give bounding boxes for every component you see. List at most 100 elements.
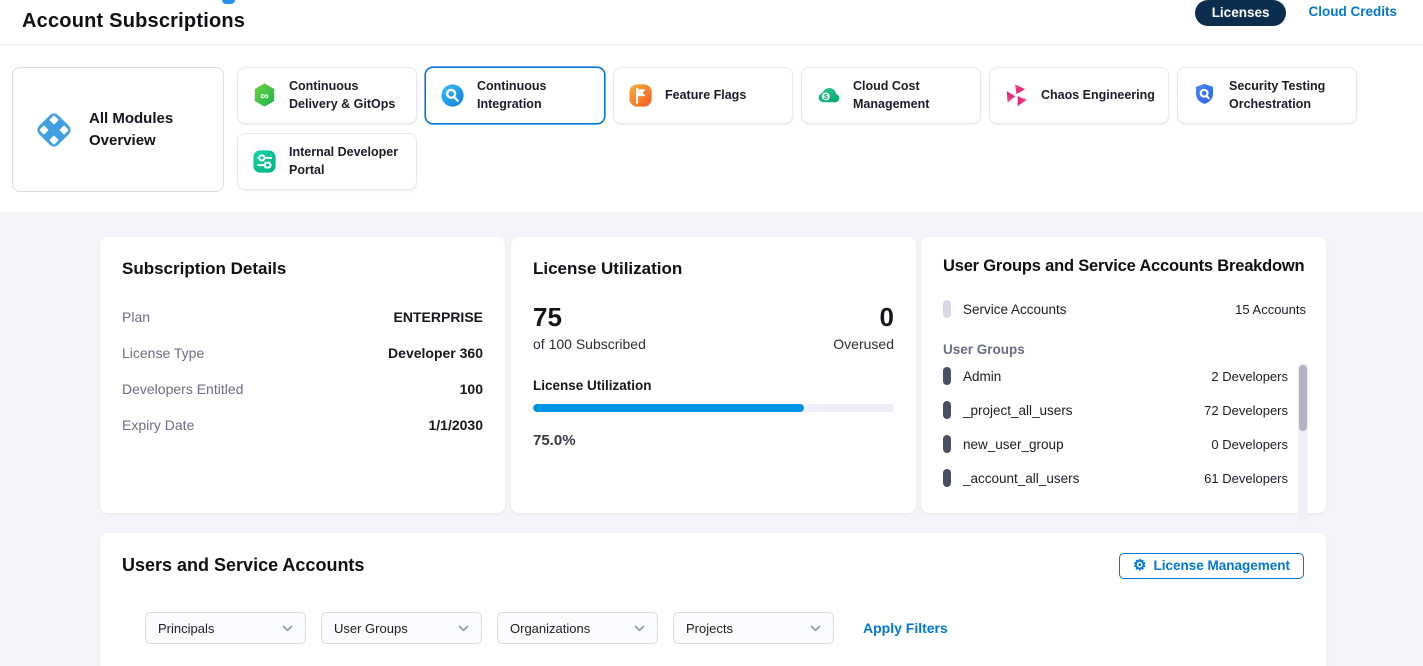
detail-row: Expiry Date 1/1/2030 (122, 407, 483, 443)
scrollbar-track (1298, 363, 1308, 521)
user-group-row: _project_all_users 72 Developers (943, 393, 1288, 427)
principals-dropdown[interactable]: Principals (145, 612, 306, 644)
detail-row: License Type Developer 360 (122, 335, 483, 371)
tab-chaos-engineering[interactable]: Chaos Engineering (989, 67, 1169, 124)
header-actions: Licenses Cloud Credits (1195, 0, 1397, 45)
used-caption: of 100 Subscribed (533, 336, 646, 352)
utilization-percent: 75.0% (533, 432, 894, 449)
service-accounts-marker-icon (943, 300, 951, 318)
svg-text:$: $ (824, 92, 828, 101)
detail-label: Plan (122, 309, 150, 325)
tab-cloud-cost-management[interactable]: $ Cloud Cost Management (801, 67, 981, 124)
detail-value: ENTERPRISE (394, 309, 483, 325)
page-header: Account Subscriptions Licenses Cloud Cre… (0, 0, 1423, 45)
utilization-numbers: 75 of 100 Subscribed 0 Overused (533, 303, 894, 352)
used-block: 75 of 100 Subscribed (533, 303, 646, 352)
clipped-nav-icon (222, 0, 235, 4)
user-group-row: _account_all_users 61 Developers (943, 461, 1288, 495)
user-group-name: new_user_group (963, 437, 1064, 452)
user-group-name: _project_all_users (963, 403, 1073, 418)
user-group-value: 72 Developers (1204, 403, 1288, 418)
overused-block: 0 Overused (833, 303, 894, 352)
utilization-bar-fill (533, 404, 804, 412)
user-group-row: Admin 2 Developers (943, 359, 1288, 393)
service-accounts-row: Service Accounts 15 Accounts (943, 292, 1306, 326)
dropdown-label: Organizations (510, 621, 590, 636)
tab-internal-developer-portal[interactable]: Internal Developer Portal (237, 133, 417, 190)
all-modules-overview-card[interactable]: All Modules Overview (12, 67, 224, 192)
dropdown-label: User Groups (334, 621, 408, 636)
detail-row: Developers Entitled 100 (122, 371, 483, 407)
user-group-value: 2 Developers (1211, 369, 1288, 384)
breakdown-card: User Groups and Service Accounts Breakdo… (921, 237, 1326, 513)
organizations-dropdown[interactable]: Organizations (497, 612, 658, 644)
utilization-bar-label: License Utilization (533, 378, 894, 393)
module-tab-label: Continuous Integration (477, 78, 594, 113)
user-group-marker-icon (943, 435, 951, 453)
module-tabs: ∞ Continuous Delivery & GitOps Continuou… (237, 67, 1367, 190)
content-area: Subscription Details Plan ENTERPRISE Lic… (0, 212, 1423, 666)
subscription-details-rows: Plan ENTERPRISE License Type Developer 3… (122, 299, 483, 443)
chaos-engineering-icon (1002, 81, 1031, 110)
continuous-integration-icon (438, 81, 467, 110)
gear-icon: ⚙ (1133, 558, 1146, 573)
overused-count: 0 (833, 303, 894, 332)
user-group-value: 61 Developers (1204, 471, 1288, 486)
modules-strip: All Modules Overview ∞ Continuous Delive… (0, 46, 1423, 212)
user-groups-dropdown[interactable]: User Groups (321, 612, 482, 644)
dropdown-label: Principals (158, 621, 214, 636)
license-management-button[interactable]: ⚙ License Management (1119, 553, 1304, 579)
user-groups-header: User Groups (943, 342, 1306, 357)
module-tab-label: Internal Developer Portal (289, 144, 406, 179)
all-modules-overview-label: All Modules Overview (89, 108, 209, 152)
cd-gitops-icon: ∞ (250, 81, 279, 110)
users-service-accounts-card: Users and Service Accounts ⚙ License Man… (100, 533, 1326, 666)
module-tab-label: Cloud Cost Management (853, 78, 970, 113)
scrollbar-thumb[interactable] (1299, 365, 1307, 431)
detail-value: 1/1/2030 (429, 417, 484, 433)
service-accounts-value: 15 Accounts (1235, 302, 1306, 317)
detail-label: Developers Entitled (122, 381, 243, 397)
user-group-marker-icon (943, 401, 951, 419)
dropdown-label: Projects (686, 621, 733, 636)
licenses-tab-button[interactable]: Licenses (1195, 0, 1287, 26)
projects-dropdown[interactable]: Projects (673, 612, 834, 644)
chevron-down-icon (458, 625, 469, 632)
all-modules-icon (31, 107, 77, 153)
tab-security-testing-orchestration[interactable]: Security Testing Orchestration (1177, 67, 1357, 124)
user-group-value: 0 Developers (1211, 437, 1288, 452)
page-title: Account Subscriptions (22, 10, 245, 33)
feature-flags-icon (626, 81, 655, 110)
used-count: 75 (533, 303, 646, 332)
module-tab-label: Chaos Engineering (1041, 87, 1155, 105)
cloud-credits-link[interactable]: Cloud Credits (1308, 4, 1397, 19)
internal-developer-portal-icon (250, 147, 279, 176)
license-utilization-title: License Utilization (533, 259, 894, 279)
breakdown-title: User Groups and Service Accounts Breakdo… (943, 257, 1306, 276)
subscription-details-title: Subscription Details (122, 259, 483, 279)
overused-caption: Overused (833, 336, 894, 352)
security-testing-icon (1190, 81, 1219, 110)
detail-label: Expiry Date (122, 417, 194, 433)
module-tab-label: Continuous Delivery & GitOps (289, 78, 406, 113)
user-group-name: Admin (963, 369, 1001, 384)
user-group-marker-icon (943, 367, 951, 385)
subscription-details-card: Subscription Details Plan ENTERPRISE Lic… (100, 237, 505, 513)
detail-value: 100 (460, 381, 483, 397)
user-group-name: _account_all_users (963, 471, 1079, 486)
chevron-down-icon (282, 625, 293, 632)
tab-continuous-delivery-gitops[interactable]: ∞ Continuous Delivery & GitOps (237, 67, 417, 124)
detail-value: Developer 360 (388, 345, 483, 361)
user-group-marker-icon (943, 469, 951, 487)
service-accounts-label: Service Accounts (963, 302, 1067, 317)
module-tab-label: Security Testing Orchestration (1229, 78, 1346, 113)
utilization-bar-track (533, 404, 894, 412)
license-utilization-card: License Utilization 75 of 100 Subscribed… (511, 237, 916, 513)
tab-feature-flags[interactable]: Feature Flags (613, 67, 793, 124)
apply-filters-link[interactable]: Apply Filters (863, 620, 948, 636)
chevron-down-icon (634, 625, 645, 632)
tab-continuous-integration[interactable]: Continuous Integration (425, 67, 605, 124)
user-group-row: new_user_group 0 Developers (943, 427, 1288, 461)
module-tab-label: Feature Flags (665, 87, 746, 105)
filters-row: Principals User Groups Organizations Pro… (145, 612, 1304, 644)
